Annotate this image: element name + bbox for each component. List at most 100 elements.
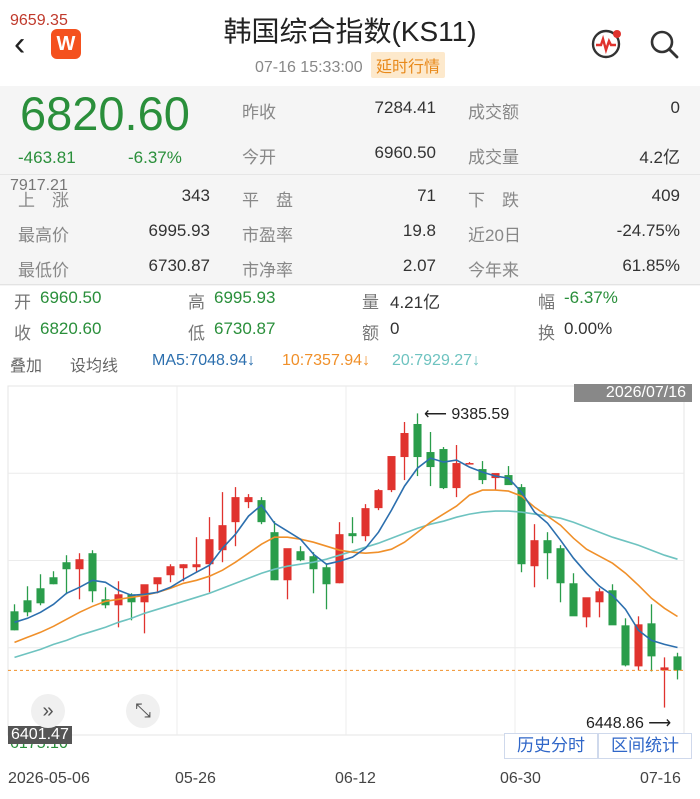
x-label-3: 06-30: [500, 770, 541, 787]
prev-close-value: 7284.41: [374, 98, 436, 117]
y-axis-top-label: 9659.35: [10, 12, 68, 29]
search-icon[interactable]: [646, 26, 682, 62]
candle-body: [166, 566, 175, 576]
range-stats-button[interactable]: 区间统计: [598, 733, 692, 759]
candle-body: [530, 540, 539, 567]
open-value: 6960.50: [374, 143, 436, 162]
ohlc-low-label: 低: [188, 324, 205, 343]
turnover-value: 0: [670, 98, 680, 117]
candle-body: [231, 497, 240, 523]
candle-body: [452, 463, 461, 489]
candle-body: [569, 583, 578, 617]
down-count-label: 下 跌: [468, 191, 519, 210]
ohlc-low-value: 6730.87: [214, 319, 276, 338]
candle-body: [218, 525, 227, 551]
candle-body: [348, 533, 357, 537]
ohlc-amp-value: -6.37%: [564, 288, 618, 307]
ytd-value: 61.85%: [622, 256, 680, 275]
candle-body: [335, 534, 344, 584]
divider: [0, 284, 700, 285]
candle-body: [374, 490, 383, 509]
price-change-pct: -6.37%: [128, 148, 182, 167]
min-value: 6448.86: [586, 715, 644, 732]
candle-body: [75, 559, 84, 570]
min-marker: 6448.86 ⟶: [586, 715, 672, 732]
ytd-label: 今年来: [468, 261, 519, 280]
date-tag: 2026/07/16: [574, 384, 692, 402]
current-price-tag: 6401.47: [8, 726, 72, 744]
candle-body: [621, 625, 630, 666]
pb-label: 市净率: [242, 261, 293, 280]
ohlc-close-label: 收: [14, 324, 31, 343]
ohlc-turn-value: 0.00%: [564, 319, 613, 338]
candle-body: [465, 463, 474, 465]
ohlc-close-value: 6820.60: [40, 319, 102, 338]
candle-body: [595, 591, 604, 603]
low-value: 6730.87: [148, 256, 210, 275]
ohlc-high-label: 高: [188, 293, 205, 312]
ohlc-amp-label: 幅: [538, 293, 555, 312]
up-count-value: 343: [181, 186, 210, 205]
ohlc-high-value: 6995.93: [214, 288, 276, 307]
candle-body: [62, 562, 71, 570]
pe-value: 19.8: [402, 221, 436, 240]
candle-body: [153, 577, 162, 585]
d20-label: 近20日: [468, 226, 521, 245]
expand-chevron-icon[interactable]: »: [31, 694, 65, 728]
turnover-label: 成交额: [468, 103, 519, 122]
flat-count-label: 平 盘: [242, 191, 293, 210]
candle-body: [244, 497, 253, 503]
volume-value: 4.2亿: [639, 148, 680, 167]
resize-icon[interactable]: ⤡: [126, 694, 160, 728]
pe-label: 市盈率: [242, 226, 293, 245]
candle-body: [322, 567, 331, 585]
last-price: 6820.60: [20, 87, 190, 140]
candle-body: [543, 540, 552, 554]
candle-body: [400, 433, 409, 458]
pb-value: 2.07: [402, 256, 436, 275]
ohlc-amt-label: 额: [362, 324, 379, 343]
x-label-0: 2026-05-06: [8, 770, 90, 787]
candle-body: [49, 577, 58, 585]
candle-body: [439, 449, 448, 489]
x-label-4: 07-16: [640, 770, 681, 787]
prev-close-label: 昨收: [242, 103, 276, 122]
candle-body: [192, 564, 201, 568]
overlay-button[interactable]: 叠加: [10, 352, 42, 376]
candle-body: [296, 551, 305, 561]
ohlc-vol-value: 4.21亿: [390, 293, 441, 312]
open-label: 今开: [242, 148, 276, 167]
delay-badge: 延时行情: [371, 52, 446, 78]
candle-body: [23, 600, 32, 613]
header: ‹ W 韩国综合指数(KS11) 07-16 15:33:00 延时行情: [0, 0, 700, 86]
x-label-2: 06-12: [335, 770, 376, 787]
divider: [0, 174, 700, 175]
candle-body: [413, 423, 422, 458]
live-broadcast-icon[interactable]: [588, 26, 624, 62]
high-value: 6995.93: [148, 221, 210, 240]
history-intraday-button[interactable]: 历史分时: [504, 733, 598, 759]
candle-body: [88, 553, 97, 592]
d20-value: -24.75%: [616, 221, 680, 240]
ma10-readout: 10:7357.94↓: [282, 352, 371, 369]
y-axis-mid-label: 7917.21: [10, 177, 68, 194]
candle-body: [387, 456, 396, 491]
candle-body: [361, 508, 370, 537]
x-label-1: 05-26: [175, 770, 216, 787]
ohlc-turn-label: 换: [538, 324, 555, 343]
candle-body: [36, 588, 45, 604]
candle-body: [257, 500, 266, 523]
candle-body: [179, 564, 188, 569]
ohlc-amt-value: 0: [390, 319, 400, 338]
max-marker: ⟵ 9385.59: [424, 406, 510, 423]
max-value: 9385.59: [451, 406, 510, 423]
set-ma-button[interactable]: 设均线: [70, 352, 118, 376]
high-label: 最高价: [18, 226, 69, 245]
candle-body: [283, 548, 292, 581]
ohlc-open-label: 开: [14, 293, 31, 312]
candle-body: [556, 548, 565, 584]
low-label: 最低价: [18, 261, 69, 280]
ohlc-open-value: 6960.50: [40, 288, 102, 307]
down-count-value: 409: [651, 186, 680, 205]
ma5-readout: MA5:7048.94↓: [152, 352, 256, 369]
